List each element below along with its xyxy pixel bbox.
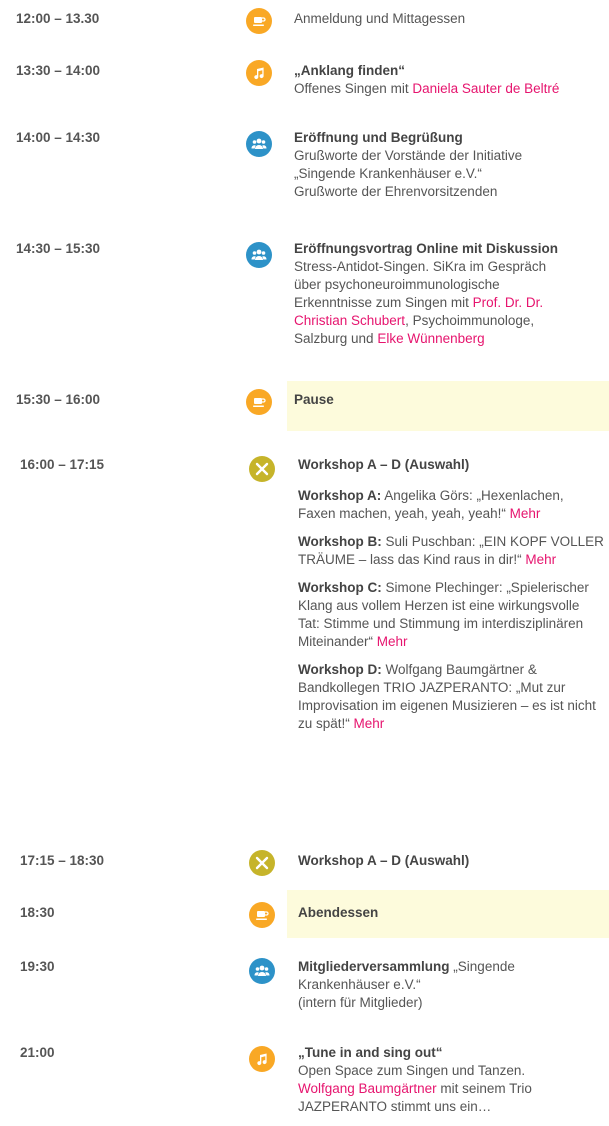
time-label: 15:30 – 16:00 bbox=[16, 392, 101, 407]
tools-icon bbox=[249, 456, 275, 482]
entry-text: Stress-Antidot-Singen. SiKra im Gespräch bbox=[294, 259, 547, 274]
entry-text: „Singende Krankenhäuser e.V.“ bbox=[294, 166, 482, 181]
entry-text: Krankenhäuser e.V.“ bbox=[298, 977, 421, 992]
speaker-link[interactable]: Elke Wünnenberg bbox=[377, 331, 484, 346]
time-label: 21:00 bbox=[20, 1045, 55, 1060]
schedule-row: 13:30 – 14:00 „Anklang finden“ Offenes S… bbox=[0, 60, 609, 102]
more-link[interactable]: Mehr bbox=[377, 634, 408, 649]
time-label: 14:00 – 14:30 bbox=[16, 130, 101, 145]
music-note-icon bbox=[246, 60, 272, 86]
time-label: 19:30 bbox=[20, 959, 55, 974]
coffee-cup-icon bbox=[249, 902, 275, 928]
entry-text: Open Space zum Singen und Tanzen. bbox=[298, 1063, 526, 1078]
entry-title: Eröffnung und Begrüßung bbox=[294, 130, 463, 145]
schedule-row: 12:00 – 13.30 Anmeldung und Mittagessen bbox=[0, 8, 609, 40]
entry-text: Anmeldung und Mittagessen bbox=[294, 11, 466, 26]
coffee-cup-icon bbox=[246, 389, 272, 415]
entry-title: Mitgliederversammlung bbox=[298, 959, 450, 974]
more-link[interactable]: Mehr bbox=[354, 716, 385, 731]
entry-title: Eröffnungsvortrag Online mit Diskussion bbox=[294, 241, 559, 256]
workshop-item: Workshop C: Simone Plechinger: „Spieleri… bbox=[298, 580, 589, 649]
schedule-row: 15:30 – 16:00 Pause bbox=[0, 389, 609, 421]
entry-text: mit seinem Trio bbox=[436, 1081, 532, 1096]
workshop-item: Workshop B: Suli Puschban: „EIN KOPF VOL… bbox=[298, 534, 604, 567]
speaker-link[interactable]: Wolfgang Baumgärtner bbox=[298, 1081, 437, 1096]
entry-text: über psychoneuroimmunologische bbox=[294, 277, 500, 292]
entry-text: Erkenntnisse zum Singen mit bbox=[294, 295, 473, 310]
time-label: 18:30 bbox=[20, 905, 55, 920]
schedule-row: 16:00 – 17:15 Workshop A – D (Auswahl) W… bbox=[0, 456, 609, 796]
coffee-cup-icon bbox=[246, 8, 272, 34]
entry-text: (intern für Mitglieder) bbox=[298, 995, 423, 1010]
workshop-item: Workshop A: Angelika Görs: „Hexenlachen,… bbox=[298, 488, 564, 521]
more-link[interactable]: Mehr bbox=[525, 552, 556, 567]
time-label: 17:15 – 18:30 bbox=[20, 853, 105, 868]
group-icon bbox=[246, 242, 272, 268]
entry-title: Workshop A – D (Auswahl) bbox=[298, 457, 470, 472]
time-label: 14:30 – 15:30 bbox=[16, 241, 101, 256]
entry-text: , Psychoimmunologe, bbox=[405, 313, 535, 328]
time-label: 16:00 – 17:15 bbox=[20, 457, 105, 472]
speaker-link[interactable]: Christian Schubert bbox=[294, 313, 405, 328]
entry-text: Offenes Singen mit bbox=[294, 81, 413, 96]
time-label: 13:30 – 14:00 bbox=[16, 63, 101, 78]
group-icon bbox=[246, 131, 272, 157]
workshop-item: Workshop D: Wolfgang Baumgärtner & Bandk… bbox=[298, 662, 596, 731]
schedule-row: 17:15 – 18:30 Workshop A – D (Auswahl) bbox=[0, 850, 609, 882]
entry-text: JAZPERANTO stimmt uns ein… bbox=[298, 1099, 492, 1114]
entry-text: Salzburg und bbox=[294, 331, 378, 346]
schedule-row: 14:00 – 14:30 Eröffnung und Begrüßung Gr… bbox=[0, 129, 609, 209]
tools-icon bbox=[249, 850, 275, 876]
entry-text: „Singende bbox=[449, 959, 515, 974]
entry-title: „Anklang finden“ bbox=[294, 63, 405, 78]
speaker-link[interactable]: Daniela Sauter de Beltré bbox=[412, 81, 559, 96]
music-note-icon bbox=[249, 1046, 275, 1072]
entry-title: „Tune in and sing out“ bbox=[298, 1045, 443, 1060]
speaker-link[interactable]: Prof. Dr. Dr. bbox=[473, 295, 544, 310]
entry-title: Pause bbox=[294, 392, 334, 407]
entry-title: Abendessen bbox=[298, 905, 379, 920]
entry-text: Grußworte der Ehrenvorsitzenden bbox=[294, 184, 498, 199]
schedule-row: 14:30 – 15:30 Eröffnungsvortrag Online m… bbox=[0, 240, 609, 360]
more-link[interactable]: Mehr bbox=[510, 506, 541, 521]
group-icon bbox=[249, 958, 275, 984]
entry-text: Grußworte der Vorstände der Initiative bbox=[294, 148, 523, 163]
time-label: 12:00 – 13.30 bbox=[16, 11, 100, 26]
schedule-row: 18:30 Abendessen bbox=[0, 902, 609, 934]
entry-title: Workshop A – D (Auswahl) bbox=[298, 853, 470, 868]
schedule-row: 21:00 „Tune in and sing out“ Open Space … bbox=[0, 1044, 609, 1124]
schedule-row: 19:30 Mitgliederversammlung „Singende Kr… bbox=[0, 958, 609, 1018]
